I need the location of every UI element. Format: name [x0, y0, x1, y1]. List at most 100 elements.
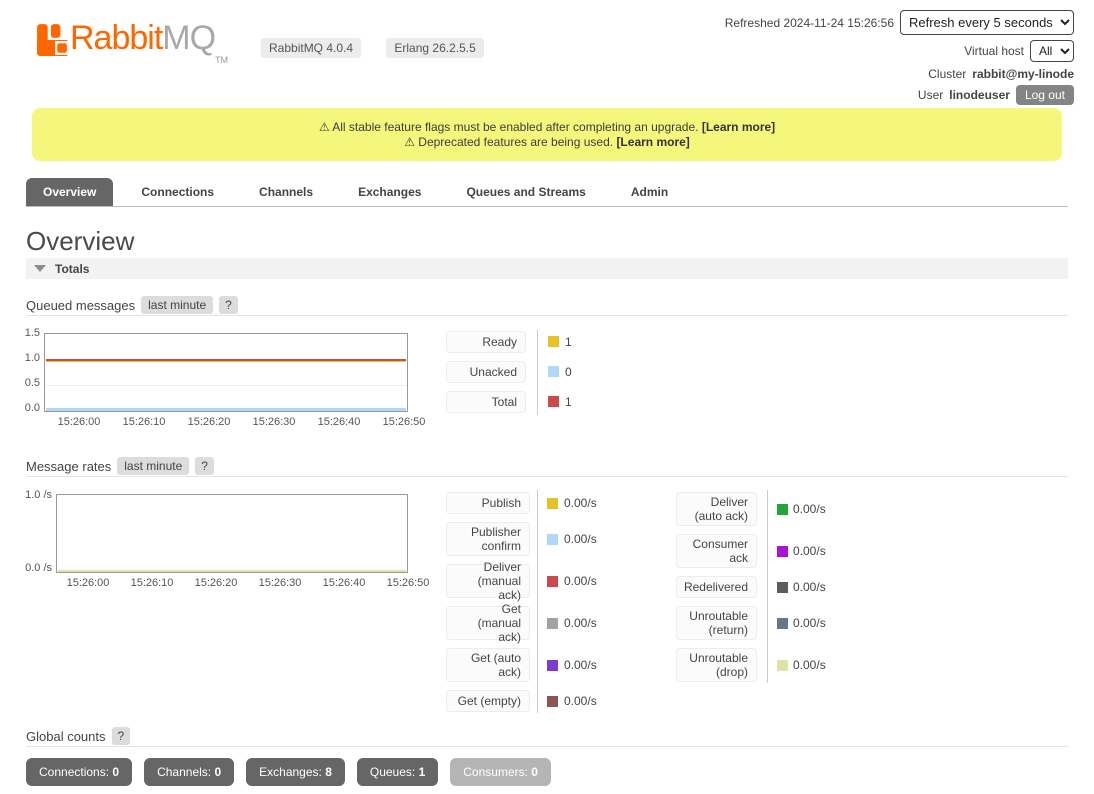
- main-tabs: Overview Connections Channels Exchanges …: [26, 177, 1068, 207]
- version-badges: RabbitMQ 4.0.4 Erlang 26.2.5.5: [261, 38, 506, 58]
- legend-divider: [537, 490, 538, 713]
- virtual-host-row: Virtual host All: [964, 40, 1074, 62]
- virtual-host-select[interactable]: All: [1030, 40, 1074, 62]
- x-tick: 15:26:20: [185, 577, 247, 589]
- y-tick: 1.0 /s: [14, 489, 52, 501]
- tab-queues-and-streams[interactable]: Queues and Streams: [449, 178, 602, 206]
- global-counts-help-icon[interactable]: ?: [112, 727, 131, 745]
- queued-messages-chart: 15:26:00 15:26:10 15:26:20 15:26:30 15:2…: [44, 333, 408, 412]
- gridline: [45, 385, 407, 386]
- user-label: User: [918, 88, 943, 102]
- y-tick: 0.0 /s: [14, 562, 52, 574]
- cluster-name: rabbit@my-linode: [972, 67, 1074, 81]
- warning-icon: ⚠ All stable feature flags must be enabl…: [319, 120, 699, 134]
- legend-divider: [537, 330, 538, 415]
- legend-label-unroutable-return: Unroutable (return): [676, 606, 757, 640]
- refresh-interval-select[interactable]: Refresh every 5 seconds: [900, 10, 1074, 35]
- cluster-row: Cluster rabbit@my-linode: [928, 67, 1074, 81]
- deliver-manual-ack-swatch: [547, 576, 558, 587]
- get-manual-ack-swatch: [547, 618, 558, 629]
- x-tick: 15:26:50: [373, 416, 435, 428]
- tab-overview[interactable]: Overview: [26, 178, 113, 206]
- x-tick: 15:26:00: [48, 416, 110, 428]
- feature-flags-learn-more-link[interactable]: [Learn more]: [702, 120, 775, 134]
- rates-range-badge[interactable]: last minute: [117, 457, 189, 475]
- publish-rate: 0.00/s: [564, 496, 597, 510]
- tab-channels[interactable]: Channels: [242, 178, 330, 206]
- x-tick: 15:26:00: [57, 577, 119, 589]
- tab-admin[interactable]: Admin: [614, 178, 685, 206]
- legend-label-ready: Ready: [446, 331, 526, 353]
- legend-divider: [767, 490, 768, 683]
- legend-label-redelivered: Redelivered: [676, 576, 757, 598]
- logout-button[interactable]: Log out: [1016, 85, 1074, 105]
- deprecated-learn-more-link[interactable]: [Learn more]: [616, 135, 689, 149]
- consumers-count-button[interactable]: Consumers: 0: [450, 758, 551, 786]
- legend-label-deliver-auto-ack: Deliver (auto ack): [676, 492, 757, 526]
- message-rates-heading: Message rates last minute ?: [26, 456, 1068, 477]
- total-count: 1: [565, 395, 572, 409]
- deliver-auto-ack-swatch: [777, 504, 788, 515]
- queued-range-badge[interactable]: last minute: [141, 296, 213, 314]
- user-row: User linodeuser Log out: [918, 85, 1074, 105]
- brand-wordmark: RabbitMQTM: [70, 18, 228, 80]
- unroutable-drop-rate: 0.00/s: [793, 658, 826, 672]
- global-counts-heading: Global counts ?: [26, 726, 1068, 747]
- rabbitmq-version-badge: RabbitMQ 4.0.4: [261, 38, 361, 58]
- y-tick: 0.0: [18, 402, 40, 414]
- publisher-confirm-swatch: [547, 534, 558, 545]
- get-manual-ack-rate: 0.00/s: [564, 616, 597, 630]
- total-series-line: [46, 359, 406, 361]
- tab-exchanges[interactable]: Exchanges: [341, 178, 438, 206]
- get-empty-swatch: [547, 696, 558, 707]
- global-counts-title: Global counts: [26, 729, 106, 744]
- queued-help-icon[interactable]: ?: [219, 296, 238, 314]
- exchanges-count-button[interactable]: Exchanges: 8: [246, 758, 345, 786]
- user-name: linodeuser: [949, 88, 1010, 102]
- rabbitmq-management-page: RabbitMQTM RabbitMQ 4.0.4 Erlang 26.2.5.…: [0, 0, 1094, 794]
- redelivered-rate: 0.00/s: [793, 580, 826, 594]
- totals-section-label: Totals: [55, 262, 89, 276]
- legend-label-unacked: Unacked: [446, 361, 526, 383]
- publish-swatch: [547, 498, 558, 509]
- erlang-version-badge: Erlang 26.2.5.5: [386, 38, 483, 58]
- connections-count-button[interactable]: Connections: 0: [26, 758, 132, 786]
- x-tick: 15:26:40: [308, 416, 370, 428]
- legend-label-total: Total: [446, 391, 526, 413]
- queued-messages-heading: Queued messages last minute ?: [26, 295, 1068, 316]
- zero-rate-line: [58, 570, 406, 572]
- deprecated-features-warning: ⚠ Deprecated features are being used. [L…: [404, 135, 690, 150]
- publisher-confirm-rate: 0.00/s: [564, 532, 597, 546]
- consumer-ack-swatch: [777, 546, 788, 557]
- totals-section-toggle[interactable]: Totals: [26, 258, 1068, 279]
- unacked-count: 0: [565, 365, 572, 379]
- legend-label-consumer-ack: Consumer ack: [676, 534, 757, 568]
- queues-count-button[interactable]: Queues: 1: [357, 758, 438, 786]
- y-tick: 1.0: [18, 352, 40, 364]
- legend-label-publish: Publish: [446, 492, 530, 514]
- rabbitmq-logo[interactable]: RabbitMQTM: [36, 18, 228, 80]
- redelivered-swatch: [777, 582, 788, 593]
- deliver-auto-ack-rate: 0.00/s: [793, 502, 826, 516]
- y-tick: 1.5: [18, 327, 40, 339]
- get-auto-ack-swatch: [547, 660, 558, 671]
- legend-label-unroutable-drop: Unroutable (drop): [676, 648, 757, 682]
- unacked-swatch: [548, 366, 559, 377]
- message-rates-title: Message rates: [26, 459, 111, 474]
- message-rates-chart: 15:26:00 15:26:10 15:26:20 15:26:30 15:2…: [56, 494, 408, 573]
- rabbitmq-logo-icon: [36, 23, 70, 57]
- refreshed-timestamp: Refreshed 2024-11-24 15:26:56: [725, 16, 894, 30]
- x-tick: 15:26:40: [313, 577, 375, 589]
- ready-swatch: [548, 336, 559, 347]
- x-tick: 15:26:10: [121, 577, 183, 589]
- rates-help-icon[interactable]: ?: [195, 457, 214, 475]
- unroutable-drop-swatch: [777, 660, 788, 671]
- channels-count-button[interactable]: Channels: 0: [144, 758, 234, 786]
- legend-label-get-manual-ack: Get (manual ack): [446, 606, 530, 640]
- queued-messages-title: Queued messages: [26, 298, 135, 313]
- cluster-label: Cluster: [928, 67, 966, 81]
- tab-connections[interactable]: Connections: [124, 178, 231, 206]
- legend-label-deliver-manual-ack: Deliver (manual ack): [446, 564, 530, 598]
- get-empty-rate: 0.00/s: [564, 694, 597, 708]
- unroutable-return-swatch: [777, 618, 788, 629]
